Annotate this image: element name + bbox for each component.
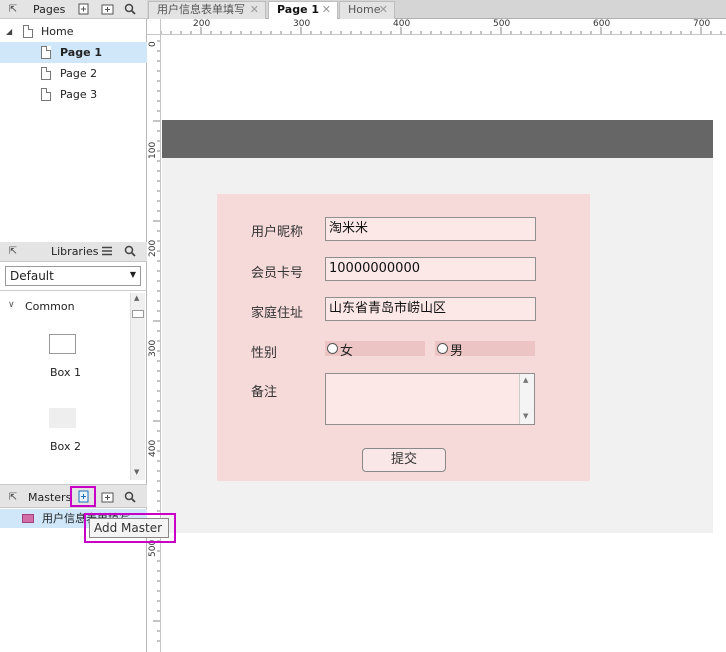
gender-label: 性别 bbox=[251, 346, 278, 361]
tab-home[interactable]: Home ✕ bbox=[339, 1, 395, 19]
box2-widget-label: Box 2 bbox=[50, 440, 81, 453]
add-master-tooltip-highlight: Add Master bbox=[84, 513, 176, 543]
tab-bar: 用户信息表单填写 ✕ Page 1 ✕ Home ✕ bbox=[147, 0, 726, 20]
scroll-down-icon[interactable]: ▼ bbox=[134, 468, 139, 476]
box2-widget-thumbnail[interactable] bbox=[49, 408, 76, 428]
ruler-label: 700 bbox=[693, 19, 711, 29]
submit-button[interactable]: 提交 bbox=[362, 448, 446, 472]
card-number-input[interactable]: 10000000000 bbox=[325, 257, 536, 281]
page-label: Page 2 bbox=[60, 67, 98, 80]
collapse-arrow-icon[interactable]: ⇱ bbox=[6, 490, 20, 504]
close-icon[interactable]: ✕ bbox=[250, 2, 259, 18]
page-label: Page 3 bbox=[60, 88, 98, 101]
nickname-input[interactable]: 淘米米 bbox=[325, 217, 536, 241]
scrollbar-thumb[interactable] bbox=[132, 310, 144, 318]
search-icon[interactable] bbox=[123, 490, 137, 504]
tab-master-form[interactable]: 用户信息表单填写 ✕ bbox=[148, 1, 266, 19]
tab-label: 用户信息表单填写 bbox=[157, 3, 245, 16]
library-dropdown-value: Default bbox=[10, 269, 54, 283]
close-icon[interactable]: ✕ bbox=[322, 2, 331, 18]
box1-widget-label: Box 1 bbox=[50, 366, 81, 379]
page-label: Page 1 bbox=[60, 46, 103, 59]
library-dropdown[interactable]: Default ▼ bbox=[5, 266, 141, 286]
add-master-icon bbox=[76, 489, 90, 507]
add-master-tooltip: Add Master bbox=[89, 518, 169, 538]
chevron-down-icon: ▼ bbox=[129, 270, 136, 279]
ruler-label: 200 bbox=[148, 239, 158, 257]
collapse-arrow-icon[interactable]: ⇱ bbox=[6, 244, 20, 258]
ruler-label: 400 bbox=[393, 19, 411, 29]
female-radio-option[interactable]: 女 bbox=[325, 341, 425, 359]
page-icon bbox=[41, 67, 51, 80]
add-folder-icon[interactable] bbox=[100, 2, 114, 16]
page-tree-page1[interactable]: Page 1 bbox=[0, 42, 147, 63]
add-folder-icon[interactable] bbox=[100, 490, 114, 504]
left-sidebar: ⇱ Pages ◢ Home Page 1 Page 2 Page 3 ⇱ Li… bbox=[0, 0, 147, 652]
nickname-label: 用户昵称 bbox=[251, 225, 304, 240]
chevron-down-icon[interactable]: ∨ bbox=[8, 300, 15, 310]
horizontal-ruler: 200 300 400 500 600 700 bbox=[161, 19, 726, 35]
page-icon bbox=[23, 25, 33, 38]
add-master-button[interactable] bbox=[70, 486, 96, 507]
libraries-panel-title: Libraries bbox=[51, 245, 99, 258]
page-label: Home bbox=[41, 25, 74, 38]
male-radio-option[interactable]: 男 bbox=[435, 341, 535, 359]
female-label: 女 bbox=[340, 344, 354, 359]
radio-button[interactable] bbox=[437, 343, 448, 354]
page-tree-page3[interactable]: Page 3 bbox=[0, 84, 147, 105]
textarea-scrollbar[interactable]: ▲ ▼ bbox=[519, 374, 534, 424]
library-scrollbar[interactable]: ▲ ▼ bbox=[130, 293, 145, 480]
ruler-label: 200 bbox=[193, 19, 211, 29]
address-input[interactable]: 山东省青岛市崂山区 bbox=[325, 297, 536, 321]
radio-button[interactable] bbox=[327, 343, 338, 354]
page-tree-home[interactable]: ◢ Home bbox=[0, 21, 147, 42]
page-tree-page2[interactable]: Page 2 bbox=[0, 63, 147, 84]
ruler-label: 300 bbox=[293, 19, 311, 29]
notes-label: 备注 bbox=[251, 385, 278, 400]
ruler-label: 0 bbox=[148, 41, 158, 47]
tab-label: Home bbox=[348, 3, 381, 16]
menu-icon[interactable] bbox=[100, 244, 114, 258]
ruler-label: 400 bbox=[148, 439, 158, 457]
add-page-icon[interactable] bbox=[76, 2, 90, 16]
ruler-label: 300 bbox=[148, 339, 158, 357]
search-icon[interactable] bbox=[123, 244, 137, 258]
pages-panel-header: ⇱ Pages bbox=[0, 0, 147, 19]
page-icon bbox=[41, 88, 51, 101]
card-label: 会员卡号 bbox=[251, 266, 304, 281]
header-bar-widget[interactable] bbox=[162, 120, 713, 158]
ruler-corner bbox=[147, 19, 161, 35]
male-label: 男 bbox=[450, 344, 464, 359]
search-icon[interactable] bbox=[123, 2, 137, 16]
master-icon bbox=[22, 514, 34, 523]
vertical-ruler: 0 100 200 300 400 500 bbox=[147, 35, 161, 652]
expand-triangle-icon[interactable]: ◢ bbox=[6, 21, 12, 42]
tab-label: Page 1 bbox=[277, 3, 320, 16]
tab-page1[interactable]: Page 1 ✕ bbox=[268, 1, 338, 20]
ruler-label: 500 bbox=[493, 19, 511, 29]
library-section-title: Common bbox=[25, 300, 75, 313]
scroll-up-icon[interactable]: ▲ bbox=[523, 376, 528, 384]
page-icon bbox=[41, 46, 51, 59]
address-label: 家庭住址 bbox=[251, 306, 304, 321]
scroll-up-icon[interactable]: ▲ bbox=[134, 294, 139, 302]
masters-panel-title: Masters bbox=[28, 491, 72, 504]
scroll-down-icon[interactable]: ▼ bbox=[523, 412, 528, 420]
ruler-label: 600 bbox=[593, 19, 611, 29]
masters-panel-header: ⇱ Masters bbox=[0, 484, 147, 508]
box1-widget-thumbnail[interactable] bbox=[49, 334, 76, 354]
close-icon[interactable]: ✕ bbox=[379, 2, 388, 18]
collapse-arrow-icon[interactable]: ⇱ bbox=[6, 2, 20, 16]
pages-panel-title: Pages bbox=[33, 3, 66, 16]
notes-textarea[interactable]: ▲ ▼ bbox=[325, 373, 535, 425]
divider bbox=[0, 290, 147, 291]
ruler-label: 100 bbox=[148, 141, 158, 159]
libraries-panel-header: ⇱ Libraries bbox=[0, 242, 147, 262]
